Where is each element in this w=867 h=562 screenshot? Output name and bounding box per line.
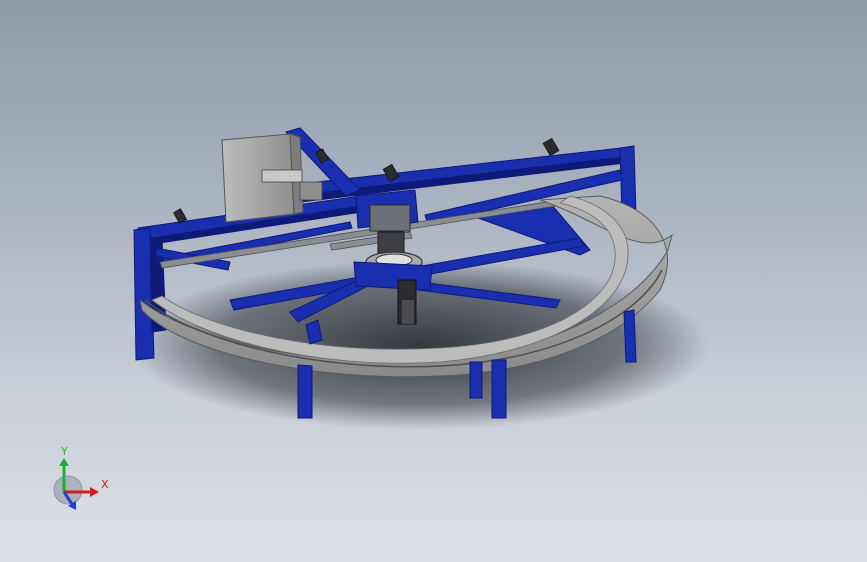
cad-viewport[interactable]: Y X bbox=[0, 0, 867, 562]
y-axis-label: Y bbox=[60, 445, 68, 458]
conveyor-assembly-model[interactable] bbox=[0, 0, 867, 562]
coordinate-triad: Y X bbox=[53, 445, 109, 510]
x-axis-label: X bbox=[101, 478, 109, 491]
